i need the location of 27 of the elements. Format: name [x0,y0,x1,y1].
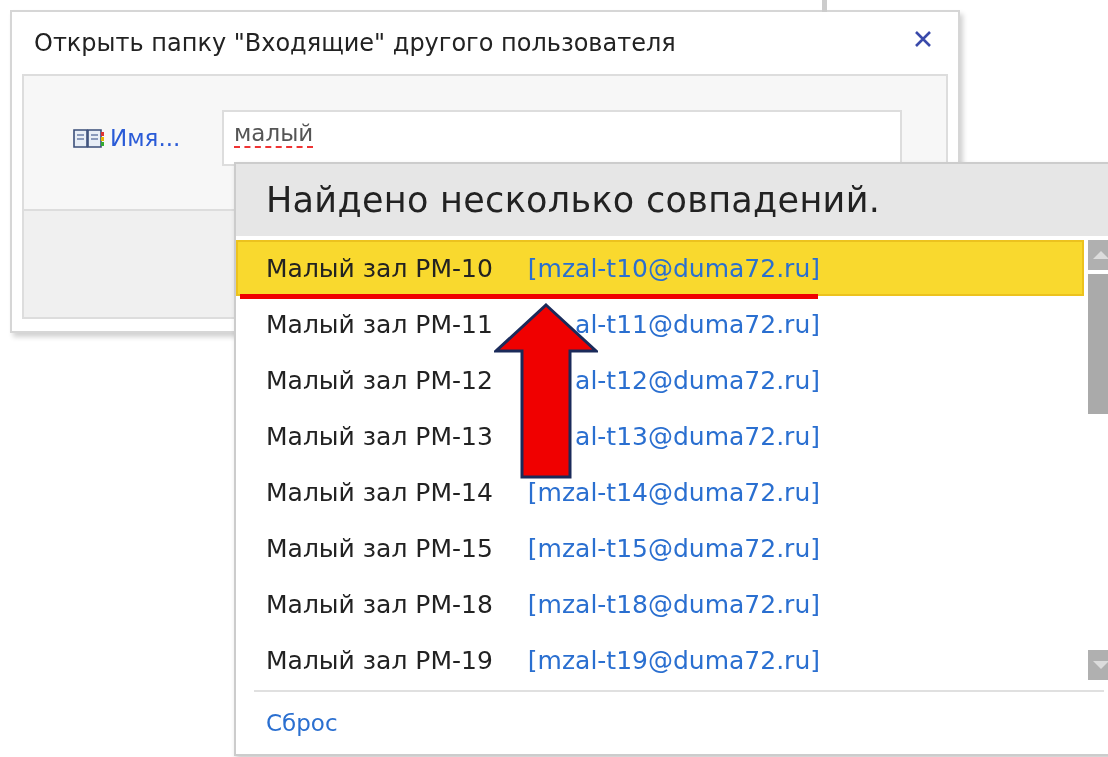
email-address: al-t11@duma72.ru] [575,309,820,339]
suggestion-item[interactable]: Малый зал РМ-14 [mzal-t14@duma72.ru] [236,464,1084,520]
suggestion-item[interactable]: Малый зал РМ-10 [mzal-t10@duma72.ru] [236,240,1084,296]
popup-header: Найдено несколько совпадений. [236,164,1108,236]
suggestion-item[interactable]: Малый зал РМ-13 al-t13@duma72.ru] [236,408,1084,464]
email-address: [mzal-t14@duma72.ru] [527,477,820,507]
scroll-thumb[interactable] [1088,274,1108,414]
email-address: al-t12@duma72.ru] [575,365,820,395]
email-address: al-t13@duma72.ru] [575,421,820,451]
name-button[interactable]: Имя... [72,125,222,151]
suggestion-item[interactable]: Малый зал РМ-18 [mzal-t18@duma72.ru] [236,576,1084,632]
suggestion-item[interactable]: Малый зал РМ-12 al-t12@duma72.ru] [236,352,1084,408]
email-address: [mzal-t15@duma72.ru] [527,533,820,563]
suggestion-item[interactable]: Малый зал РМ-15 [mzal-t15@duma72.ru] [236,520,1084,576]
email-address: [mzal-t18@duma72.ru] [527,589,820,619]
email-address: [mzal-t19@duma72.ru] [527,645,820,675]
scrollbar[interactable] [1088,240,1108,680]
suggestion-item[interactable]: Малый зал РМ-11 al-t11@duma72.ru] [236,296,1084,352]
scroll-up-icon [1093,251,1108,259]
suggestion-item[interactable]: Малый зал РМ-19 [mzal-t19@duma72.ru] [236,632,1084,688]
address-book-icon [72,127,104,149]
window-title: Открыть папку "Входящие" другого пользователя [34,29,676,57]
reset-link[interactable]: Сброс [254,710,338,736]
name-input-field[interactable]: малый [222,110,902,166]
scroll-down-icon [1093,661,1108,669]
close-icon [913,29,933,49]
email-address: [mzal-t10@duma72.ru] [527,253,820,283]
